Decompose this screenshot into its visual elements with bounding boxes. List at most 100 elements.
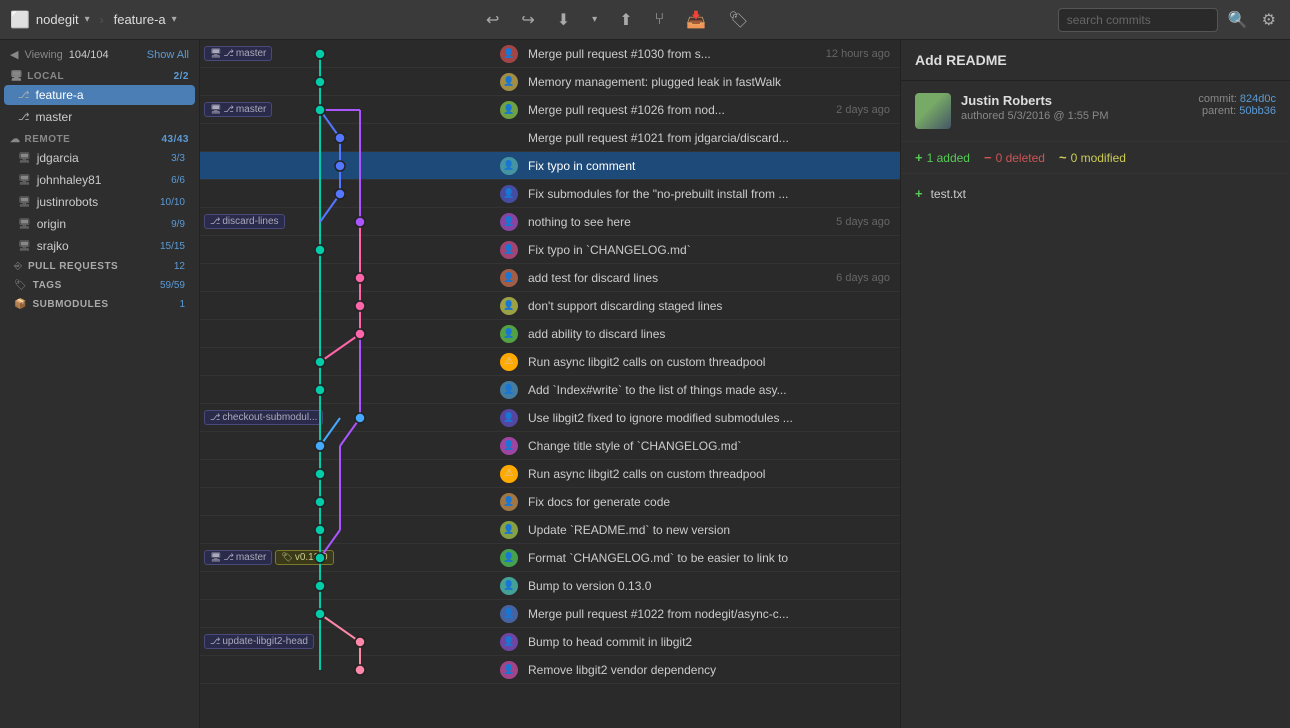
branch-label-area: 🖥⎇ master: [200, 96, 400, 124]
branch-button[interactable]: ⑂: [651, 7, 669, 33]
count-origin: 9/9: [171, 219, 185, 230]
commit-row[interactable]: ⚠Run async libgit2 calls on custom threa…: [200, 348, 900, 376]
redo-button[interactable]: ↪: [517, 6, 538, 34]
sidebar-label-johnhaley: johnhaley81: [37, 173, 165, 187]
commit-row[interactable]: 👤Add `Index#write` to the list of things…: [200, 376, 900, 404]
file-added-icon: +: [915, 186, 923, 201]
branch-label-area: [200, 124, 400, 152]
commit-row[interactable]: Merge pull request #1021 from jdgarcia/d…: [200, 124, 900, 152]
commit-message: Add `Index#write` to the list of things …: [522, 383, 810, 397]
commit-avatar: 👤: [500, 437, 518, 455]
commit-row[interactable]: 👤Update `README.md` to new version: [200, 516, 900, 544]
commit-row[interactable]: 🖥⎇ master👤Merge pull request #1026 from …: [200, 96, 900, 124]
download-button[interactable]: ⬇: [553, 6, 574, 34]
local-section: 🖥 LOCAL 2/2: [0, 65, 199, 84]
sidebar-item-master[interactable]: ⎇ master: [4, 107, 195, 127]
remote-icon-johnhaley: 🖥: [18, 175, 31, 186]
branch-name[interactable]: feature-a: [114, 12, 166, 27]
commit-row[interactable]: 👤Memory management: plugged leak in fast…: [200, 68, 900, 96]
commit-row[interactable]: 👤Fix typo in comment: [200, 152, 900, 180]
show-all-link[interactable]: Show All: [147, 49, 189, 61]
stash-button[interactable]: 📥: [682, 6, 710, 34]
parent-hash: 50bb36: [1239, 105, 1276, 117]
commit-message: nothing to see here: [522, 215, 810, 229]
branch-label-area: [200, 152, 400, 180]
sidebar-item-jdgarcia[interactable]: 🖥 jdgarcia 3/3: [4, 148, 195, 168]
file-stats: + 1 added − 0 deleted ~ 0 modified: [901, 142, 1290, 174]
tag-button[interactable]: 🏷: [724, 6, 752, 34]
branch-label-area: ⎇ discard-lines: [200, 208, 400, 236]
author-avatar: [915, 93, 951, 129]
commit-row[interactable]: 🖥⎇ master👤Merge pull request #1030 from …: [200, 40, 900, 68]
commit-row[interactable]: 👤add test for discard lines6 days ago: [200, 264, 900, 292]
pr-icon: ⎆: [14, 261, 22, 272]
sidebar-item-srajko[interactable]: 🖥 srajko 15/15: [4, 236, 195, 256]
repo-name[interactable]: nodegit: [36, 12, 79, 27]
sidebar-item-feature-a[interactable]: ⎇ feature-a: [4, 85, 195, 105]
commit-row[interactable]: 🖥⎇ master🏷 v0.13.0👤Format `CHANGELOG.md`…: [200, 544, 900, 572]
graph-spacer: [400, 208, 500, 236]
commit-row[interactable]: 👤Change title style of `CHANGELOG.md`: [200, 432, 900, 460]
undo-button[interactable]: ↩: [482, 6, 503, 34]
graph-spacer: [400, 516, 500, 544]
commit-row[interactable]: 👤Bump to version 0.13.0: [200, 572, 900, 600]
sidebar-item-origin[interactable]: 🖥 origin 9/9: [4, 214, 195, 234]
right-panel: Add README Justin Roberts authored 5/3/2…: [900, 40, 1290, 728]
commits-container[interactable]: 🖥⎇ master👤Merge pull request #1030 from …: [200, 40, 900, 684]
right-panel-title: Add README: [901, 40, 1290, 81]
commit-row[interactable]: ⎇ update-libgit2-head👤Bump to head commi…: [200, 628, 900, 656]
commit-message: Bump to head commit in libgit2: [522, 635, 810, 649]
search-button[interactable]: 🔍: [1224, 6, 1252, 34]
repo-dropdown-arrow[interactable]: ▾: [85, 14, 90, 25]
commit-row[interactable]: 👤Fix docs for generate code: [200, 488, 900, 516]
branch-label-area: 🖥⎇ master: [200, 40, 400, 68]
commit-row[interactable]: 👤Fix submodules for the "no-prebuilt ins…: [200, 180, 900, 208]
commit-avatar: 👤: [500, 521, 518, 539]
branch-label-area: [200, 572, 400, 600]
remote-icon-jdgarcia: 🖥: [18, 153, 31, 164]
branch-label-area: [200, 348, 400, 376]
sidebar-item-submodules[interactable]: 📦 SUBMODULES 1: [4, 296, 195, 313]
file-item-test-txt[interactable]: + test.txt: [901, 182, 1290, 205]
sidebar-item-justinrobots[interactable]: 🖥 justinrobots 10/10: [4, 192, 195, 212]
branch-dropdown-arrow[interactable]: ▾: [172, 14, 177, 25]
graph-area[interactable]: 🖥⎇ master👤Merge pull request #1030 from …: [200, 40, 900, 728]
commit-message: Use libgit2 fixed to ignore modified sub…: [522, 411, 810, 425]
sidebar-item-pull-requests[interactable]: ⎆ PULL REQUESTS 12: [4, 258, 195, 275]
commit-row[interactable]: ⎇ checkout-submodul...👤Use libgit2 fixed…: [200, 404, 900, 432]
remote-icon: ☁: [10, 134, 21, 145]
topbar: ⬜ nodegit ▾ › feature-a ▾ ↩ ↪ ⬇ ▾ ⬆ ⑂ 📥 …: [0, 0, 1290, 40]
sidebar-label-jdgarcia: jdgarcia: [37, 151, 165, 165]
back-icon[interactable]: ◀: [10, 48, 18, 61]
local-icon: 🖥: [10, 71, 23, 82]
branch-label-area: 🖥⎇ master🏷 v0.13.0: [200, 544, 400, 572]
commit-time: 5 days ago: [810, 216, 900, 228]
branch-label-area: [200, 488, 400, 516]
commit-row[interactable]: 👤add ability to discard lines: [200, 320, 900, 348]
settings-button[interactable]: ⚙: [1258, 6, 1280, 34]
commit-message: Merge pull request #1022 from nodegit/as…: [522, 607, 810, 621]
dropdown-button[interactable]: ▾: [588, 10, 601, 29]
local-count: 2/2: [174, 71, 189, 82]
commit-hash: 824d0c: [1240, 93, 1276, 105]
commit-avatar: 👤: [500, 577, 518, 595]
graph-spacer: [400, 544, 500, 572]
commit-avatar: 👤: [500, 213, 518, 231]
commit-row[interactable]: 👤Fix typo in `CHANGELOG.md`: [200, 236, 900, 264]
commit-avatar: ⚠: [500, 465, 518, 483]
sidebar-item-johnhaley81[interactable]: 🖥 johnhaley81 6/6: [4, 170, 195, 190]
search-input[interactable]: [1058, 8, 1218, 32]
graph-spacer: [400, 292, 500, 320]
upload-button[interactable]: ⬆: [615, 6, 636, 34]
graph-spacer: [400, 656, 500, 684]
commit-message: Memory management: plugged leak in fastW…: [522, 75, 810, 89]
commit-row[interactable]: ⎇ discard-lines 👤 nothing to see here5 day…: [200, 208, 900, 236]
commit-row[interactable]: 👤Merge pull request #1022 from nodegit/a…: [200, 600, 900, 628]
commit-avatar: 👤: [500, 325, 518, 343]
commit-row[interactable]: 👤don't support discarding staged lines: [200, 292, 900, 320]
commit-row[interactable]: ⚠Run async libgit2 calls on custom threa…: [200, 460, 900, 488]
sidebar-item-tags[interactable]: 🏷 TAGS 59/59: [4, 277, 195, 294]
commit-row[interactable]: 👤Remove libgit2 vendor dependency: [200, 656, 900, 684]
graph-spacer: [400, 124, 500, 152]
author-date: authored 5/3/2016 @ 1:55 PM: [961, 110, 1188, 122]
